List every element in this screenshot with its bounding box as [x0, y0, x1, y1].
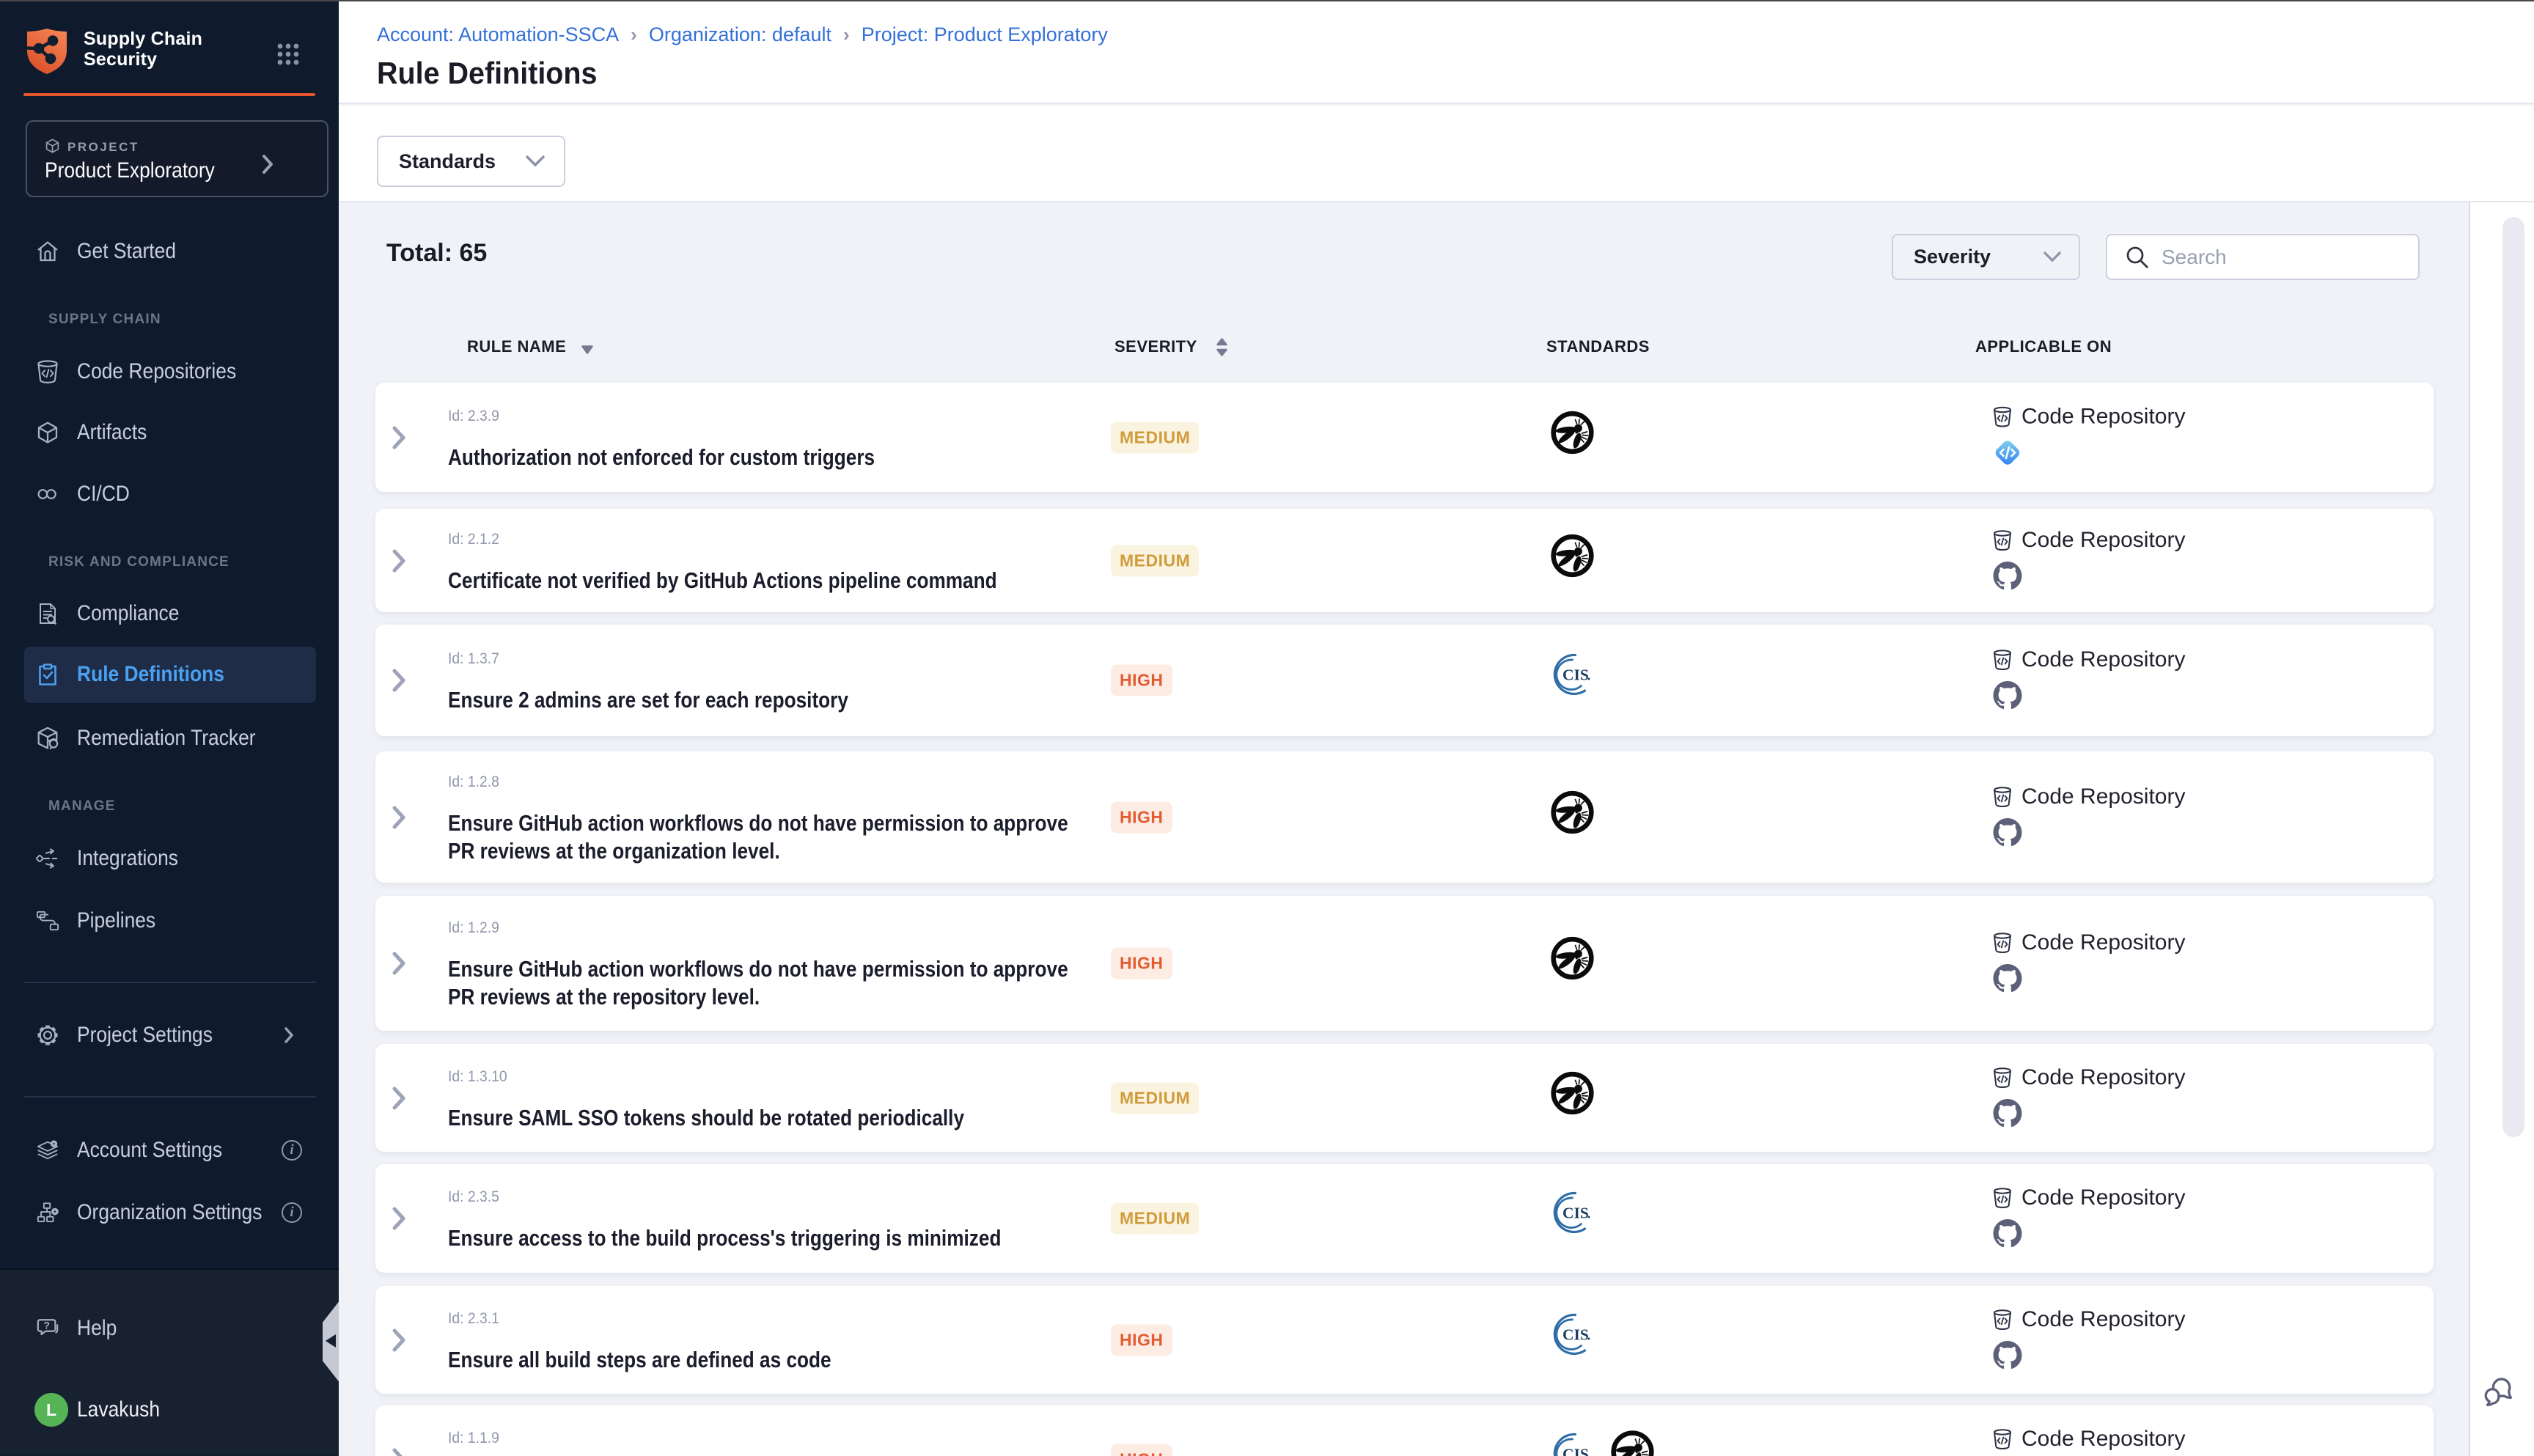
svg-text:?: ? — [43, 1319, 50, 1331]
